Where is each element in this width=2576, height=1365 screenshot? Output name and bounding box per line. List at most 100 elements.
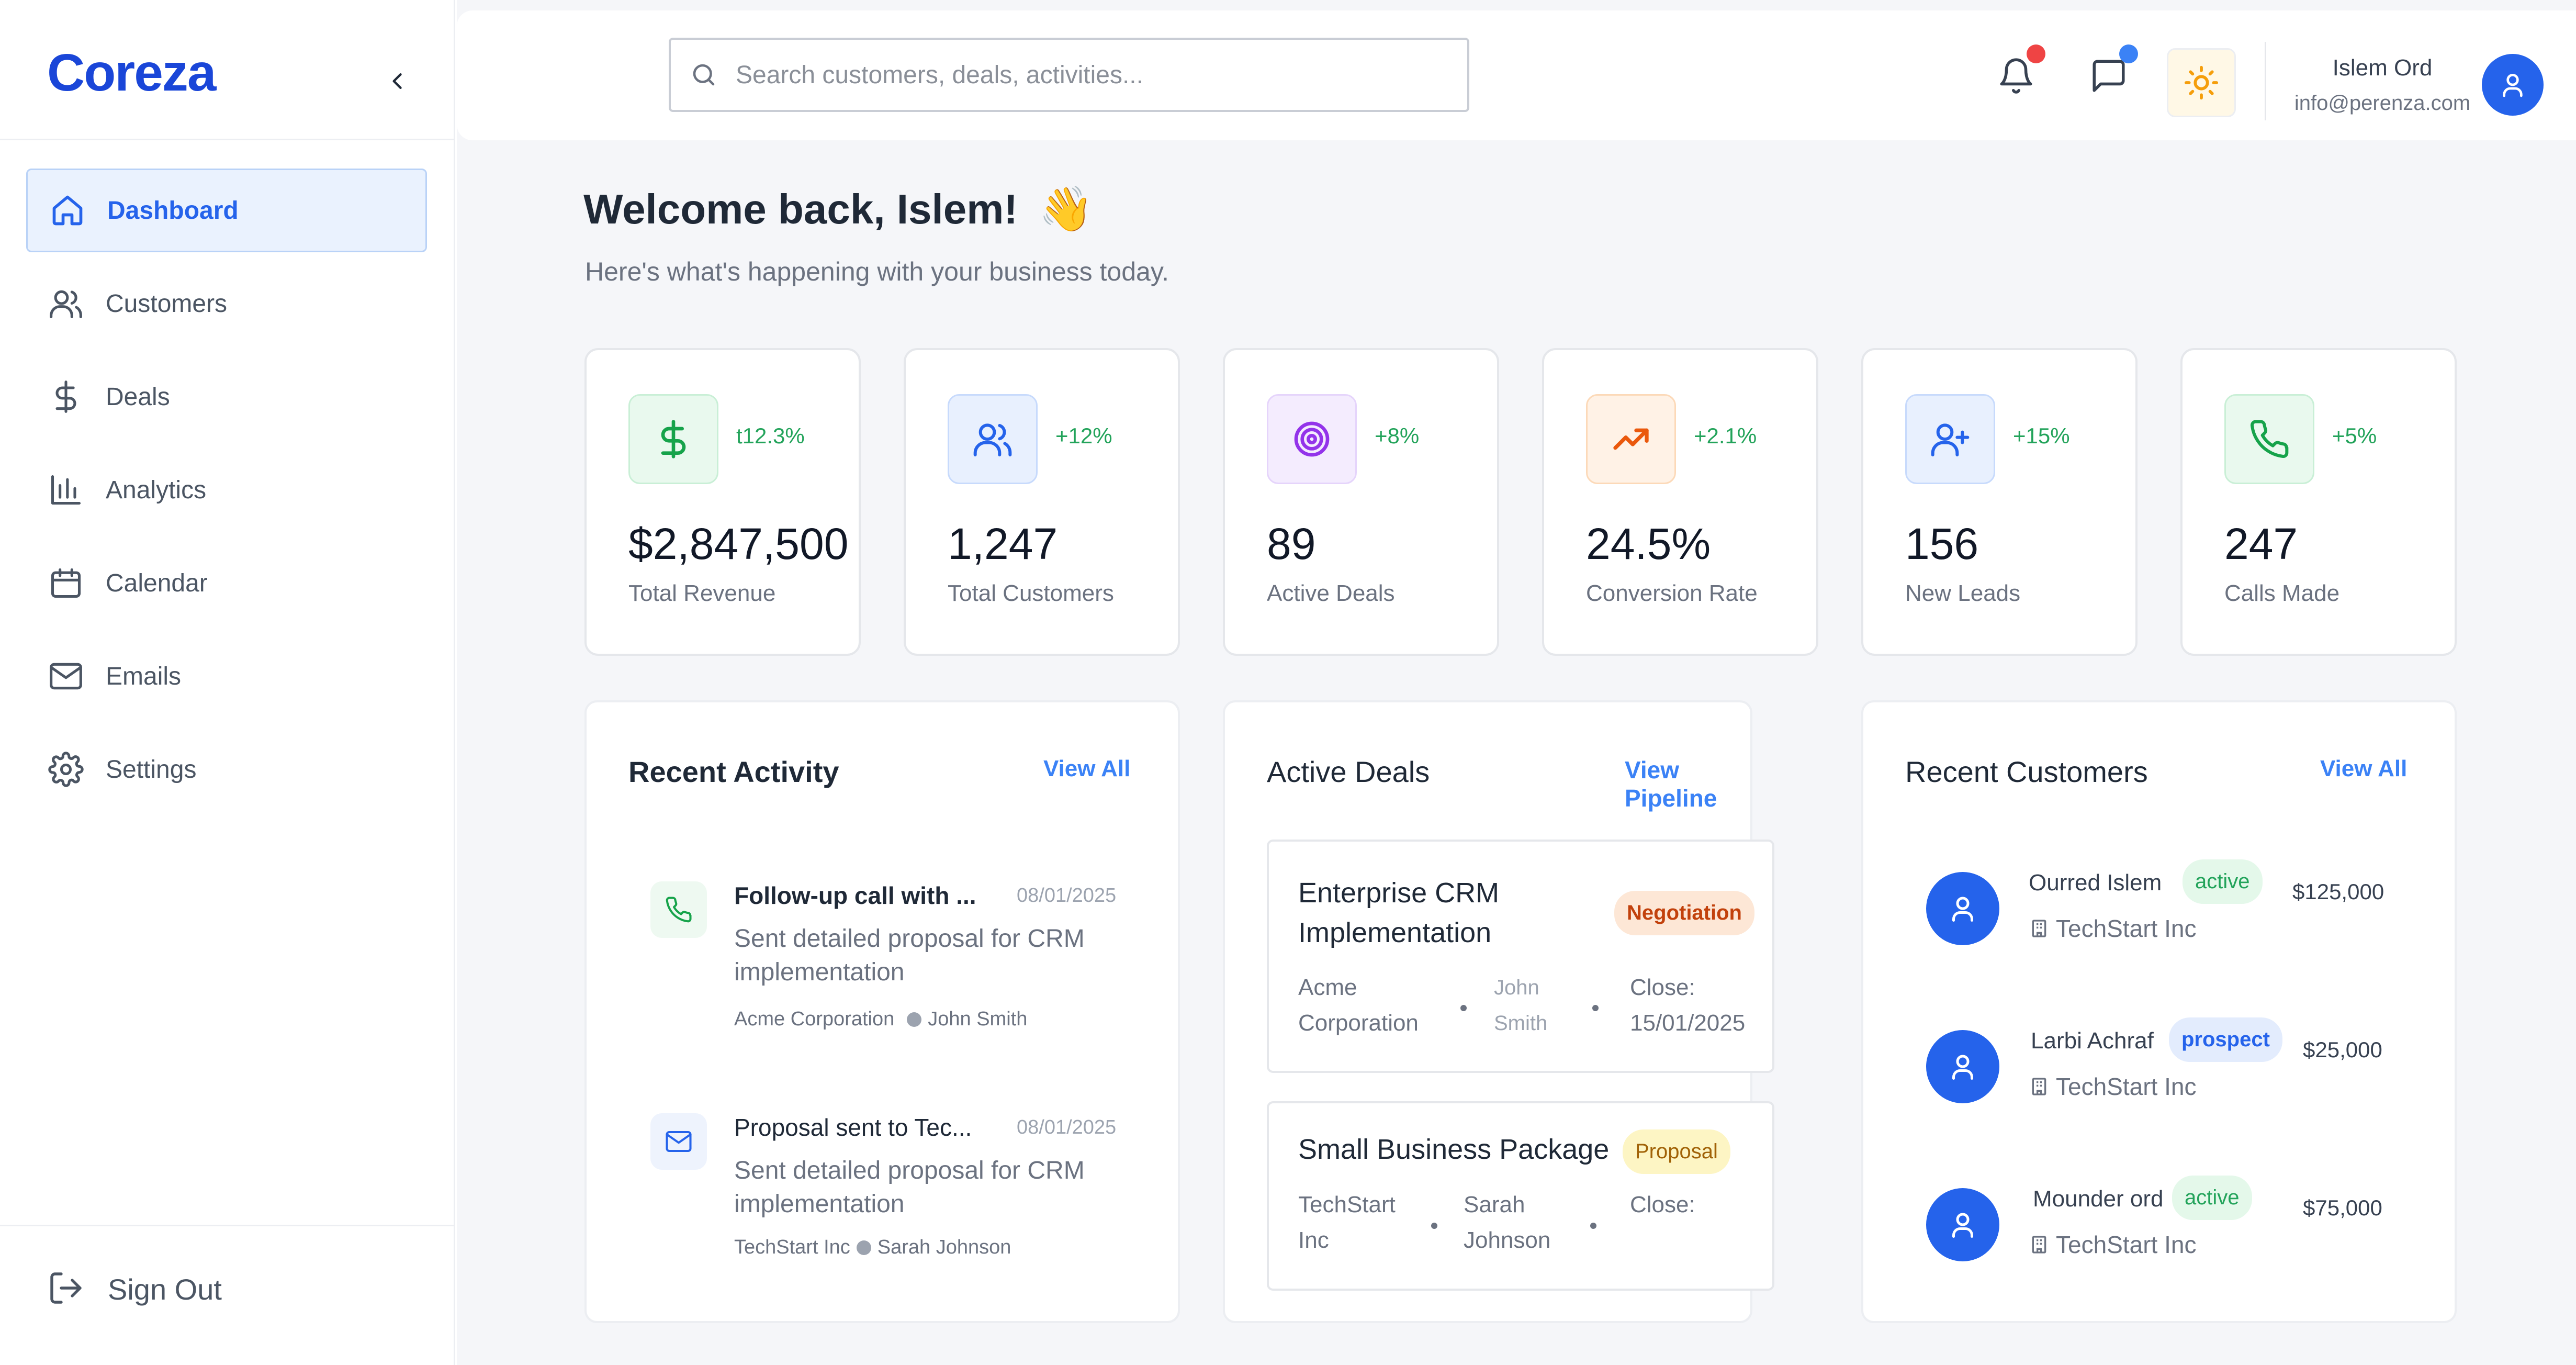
collapse-sidebar-button[interactable]	[382, 65, 413, 97]
user-plus-icon	[1905, 394, 1995, 484]
separator-dot	[1460, 1005, 1467, 1011]
panel-title: Recent Customers	[1905, 755, 2148, 788]
customer-name: Mounder ord	[2033, 1186, 2164, 1212]
user-icon	[1952, 897, 1973, 922]
activity-description: Sent detailed proposal for CRM implement…	[734, 1157, 1085, 1218]
sidebar-item-dashboard[interactable]: Dashboard	[26, 169, 427, 252]
separator-dot	[907, 1012, 922, 1027]
activity-meta: TechStart Inc Sarah Johnson	[734, 1236, 1011, 1259]
stat-change: t12.3%	[736, 423, 805, 448]
dollar-icon	[628, 394, 718, 484]
deal-card[interactable]: Enterprise CRM Implementation Negotiatio…	[1267, 840, 1774, 1073]
stat-value: 89	[1267, 519, 1316, 568]
bell-icon	[2000, 58, 2032, 94]
user-avatar[interactable]	[2482, 54, 2544, 116]
deal-close-date: 15/01/2025	[1630, 1010, 1746, 1036]
activity-company: Acme Corporation	[734, 1008, 895, 1030]
sidebar-item-calendar[interactable]: Calendar	[26, 541, 427, 625]
mail-icon	[47, 657, 85, 695]
sidebar-item-label: Settings	[106, 755, 197, 784]
stat-change: +8%	[1375, 423, 1420, 448]
building-icon	[2032, 1078, 2046, 1095]
separator-dot	[1590, 1223, 1596, 1229]
view-pipeline-link[interactable]: View Pipeline	[1625, 756, 1750, 812]
customer-company-name: TechStart Inc	[2056, 1073, 2197, 1100]
sidebar-item-label: Deals	[106, 383, 170, 411]
user-icon	[1952, 1055, 1973, 1080]
logo: Coreza	[47, 43, 216, 102]
phone-icon	[650, 881, 707, 938]
sign-out-button[interactable]: Sign Out	[47, 1269, 222, 1310]
activity-company: TechStart Inc	[734, 1236, 850, 1258]
view-all-customers-link[interactable]: View All	[2320, 756, 2407, 782]
deal-close-label: Close:	[1630, 975, 1695, 1000]
activity-meta: Acme Corporation John Smith	[734, 1008, 1027, 1031]
customer-company: TechStart Inc	[2029, 914, 2196, 943]
deal-name: Small Business Package	[1298, 1134, 1610, 1165]
stat-label: Active Deals	[1267, 580, 1395, 606]
messages-button[interactable]	[2085, 44, 2138, 99]
dollar-icon	[47, 378, 85, 416]
stat-change: +12%	[1055, 423, 1112, 448]
stat-card-customers: +12% 1,247 Total Customers	[904, 348, 1180, 656]
stat-card-active-deals: +8% 89 Active Deals	[1223, 348, 1499, 656]
stat-label: Calls Made	[2224, 580, 2340, 606]
sun-icon	[2184, 65, 2219, 100]
user-email: info@perenza.com	[2294, 92, 2471, 115]
sign-out-label: Sign Out	[108, 1273, 222, 1306]
building-icon	[2032, 1236, 2046, 1254]
page-title: Welcome back, Islem! 👋	[583, 183, 1094, 235]
deal-stage-badge: Proposal	[1623, 1129, 1730, 1174]
stat-change: +2.1%	[1694, 423, 1757, 448]
search-icon	[693, 64, 715, 86]
separator-dot	[856, 1240, 871, 1255]
stat-value: 247	[2224, 519, 2298, 568]
wave-emoji: 👋	[1039, 184, 1094, 233]
stat-value: 156	[1905, 519, 1979, 568]
chevron-left-icon	[392, 73, 402, 89]
welcome-text: Welcome back, Islem!	[583, 185, 1018, 232]
stat-card-new-leads: +15% 156 New Leads	[1861, 348, 2138, 656]
stat-card-conversion: +2.1% 24.5% Conversion Rate	[1542, 348, 1818, 656]
gear-icon	[47, 751, 85, 788]
customer-amount: $125,000	[2292, 879, 2384, 904]
sidebar-item-settings[interactable]: Settings	[26, 728, 427, 811]
stat-change: +5%	[2332, 423, 2377, 448]
user-icon	[1952, 1213, 1973, 1238]
separator-dot	[1592, 1005, 1599, 1011]
customer-row[interactable]: Mounder ord active TechStart Inc $75,000	[1926, 1176, 2408, 1280]
customer-amount: $25,000	[2303, 1037, 2382, 1062]
brand-row: Coreza	[0, 0, 455, 140]
users-icon	[47, 285, 85, 322]
deal-card[interactable]: Small Business Package Proposal TechStar…	[1267, 1101, 1774, 1291]
deal-name: Enterprise CRM Implementation	[1298, 877, 1500, 948]
customer-status-badge: active	[2172, 1176, 2252, 1220]
search-box[interactable]	[669, 38, 1469, 112]
top-bar: Islem Ord info@perenza.com	[457, 10, 2576, 140]
sidebar-nav: Dashboard Customers Deals Analytics Cale…	[26, 169, 427, 821]
stat-value: $2,847,500	[628, 519, 849, 568]
activity-date: 08/01/2025	[1017, 1116, 1117, 1138]
customer-row[interactable]: Ourred Islem active TechStart Inc $125,0…	[1926, 859, 2408, 964]
recent-customers-panel: Recent Customers View All Ourred Islem a…	[1861, 700, 2457, 1323]
users-icon	[948, 394, 1038, 484]
logout-icon	[47, 1269, 85, 1310]
customer-company: TechStart Inc	[2029, 1072, 2196, 1101]
deal-company: Acme Corporation	[1298, 975, 1419, 1036]
view-all-activity-link[interactable]: View All	[1043, 756, 1130, 782]
sidebar-item-customers[interactable]: Customers	[26, 262, 427, 345]
sidebar-item-emails[interactable]: Emails	[26, 634, 427, 718]
stat-change: +15%	[2013, 423, 2070, 448]
stat-value: 24.5%	[1586, 519, 1711, 568]
customer-company-name: TechStart Inc	[2056, 1231, 2197, 1258]
sidebar-item-analytics[interactable]: Analytics	[26, 448, 427, 532]
notifications-button[interactable]	[1993, 44, 2045, 99]
deal-stage-badge: Negotiation	[1614, 891, 1754, 935]
search-input[interactable]	[736, 60, 1416, 89]
sidebar-item-deals[interactable]: Deals	[26, 355, 427, 439]
sidebar-item-label: Emails	[106, 662, 182, 690]
building-icon	[2032, 920, 2046, 937]
theme-toggle-button[interactable]	[2167, 48, 2236, 117]
customer-row[interactable]: Larbi Achraf prospect TechStart Inc $25,…	[1926, 1017, 2408, 1122]
main-content: Islem Ord info@perenza.com Welcome back,…	[457, 0, 2576, 1365]
